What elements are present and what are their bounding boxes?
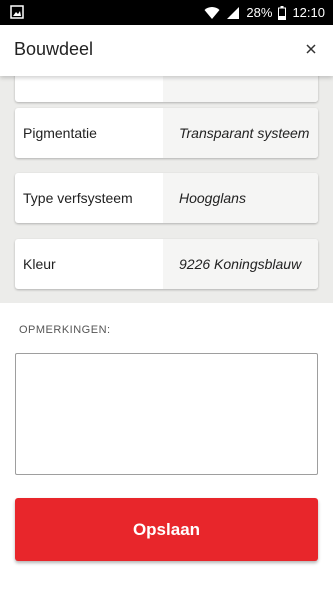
field-label: Type verfsysteem: [23, 190, 133, 206]
wifi-icon: [204, 6, 220, 20]
status-bar: 28% 12:10: [0, 0, 333, 25]
save-button[interactable]: Opslaan: [15, 498, 318, 561]
field-value: Transparant systeem: [163, 108, 318, 158]
close-icon: [306, 44, 316, 54]
clock: 12:10: [292, 5, 325, 20]
battery-percent: 28%: [246, 5, 273, 20]
field-value: 9226 Koningsblauw: [163, 239, 318, 289]
remarks-label: OPMERKINGEN:: [19, 324, 111, 336]
image-icon: [10, 5, 24, 19]
close-button[interactable]: [297, 35, 325, 63]
field-label: Pigmentatie: [23, 125, 97, 141]
remarks-field[interactable]: [15, 353, 318, 475]
field-card-type-verfsysteem[interactable]: Type verfsysteem Hoogglans: [15, 173, 318, 223]
fields-scroll-area[interactable]: Pigmentatie Transparant systeem Type ver…: [0, 76, 333, 303]
field-value: Hoogglans: [163, 173, 318, 223]
app-bar: Bouwdeel: [0, 25, 333, 76]
signal-icon: [226, 6, 240, 20]
field-card-pigmentatie[interactable]: Pigmentatie Transparant systeem: [15, 108, 318, 158]
page-title: Bouwdeel: [14, 39, 94, 59]
field-label: Kleur: [23, 256, 56, 272]
field-card-kleur[interactable]: Kleur 9226 Koningsblauw: [15, 239, 318, 289]
battery-icon: [278, 5, 287, 20]
field-card-partial[interactable]: [15, 76, 318, 102]
